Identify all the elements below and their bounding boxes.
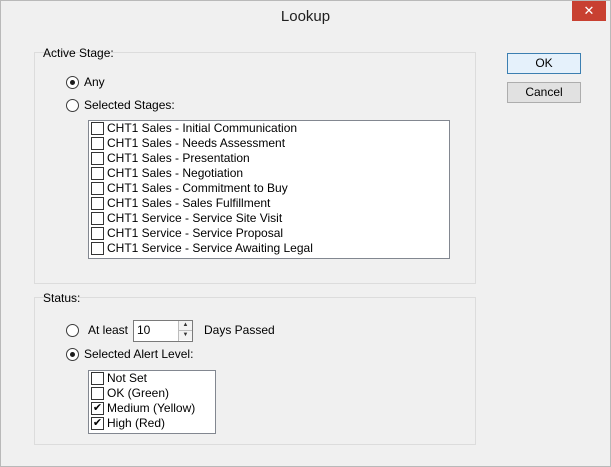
arrow-up-icon: ▲ <box>182 322 189 328</box>
stage-label: CHT1 Sales - Sales Fulfillment <box>107 196 271 210</box>
alert-level-item[interactable]: Not Set <box>89 371 215 386</box>
days-stepper[interactable]: 10 ▲ ▼ <box>133 320 193 342</box>
stage-checkbox[interactable] <box>91 242 104 255</box>
stage-list-item[interactable]: CHT1 Sales - Sales Fulfillment <box>89 196 449 211</box>
stage-label: CHT1 Service - Service Site Visit <box>107 211 283 225</box>
stage-checkbox[interactable] <box>91 137 104 150</box>
selected-stages-label: Selected Stages: <box>84 98 175 112</box>
stage-list-item[interactable]: CHT1 Sales - Needs Assessment <box>89 136 449 151</box>
stage-checkbox[interactable] <box>91 212 104 225</box>
stage-checkbox[interactable] <box>91 197 104 210</box>
arrow-down-icon: ▼ <box>182 332 189 338</box>
stage-label: CHT1 Sales - Initial Communication <box>107 121 298 135</box>
radio-selected-dot <box>70 352 75 357</box>
days-passed-label: Days Passed <box>204 323 275 337</box>
alert-level-item[interactable]: ✔ Medium (Yellow) <box>89 401 215 416</box>
ok-button[interactable]: OK <box>507 53 581 74</box>
selected-alert-label: Selected Alert Level: <box>84 347 194 361</box>
stage-label: CHT1 Service - Service Proposal <box>107 226 284 240</box>
days-value[interactable]: 10 <box>137 323 150 337</box>
alert-checkbox-checked[interactable]: ✔ <box>91 417 104 430</box>
alert-checkbox[interactable] <box>91 372 104 385</box>
stage-checkbox[interactable] <box>91 122 104 135</box>
alert-checkbox-checked[interactable]: ✔ <box>91 402 104 415</box>
stage-checkbox[interactable] <box>91 167 104 180</box>
alert-level-label: OK (Green) <box>107 386 170 400</box>
active-stage-group-label: Active Stage: <box>43 46 114 60</box>
stage-label: CHT1 Sales - Presentation <box>107 151 250 165</box>
alert-level-label: Medium (Yellow) <box>107 401 196 415</box>
alert-level-listbox[interactable]: Not Set OK (Green) ✔ Medium (Yellow) ✔ High (… <box>88 370 216 434</box>
close-button[interactable]: ✕ <box>572 1 606 21</box>
stage-label: CHT1 Sales - Negotiation <box>107 166 244 180</box>
alert-level-label: Not Set <box>107 371 148 385</box>
stages-listbox[interactable]: CHT1 Sales - Initial Communication CHT1 S… <box>88 120 450 259</box>
at-least-radio-button[interactable] <box>66 324 79 337</box>
checkmark-icon: ✔ <box>92 402 103 414</box>
alert-level-label: High (Red) <box>107 416 166 430</box>
stage-list-item[interactable]: CHT1 Service - Service Site Visit <box>89 211 449 226</box>
stage-checkbox[interactable] <box>91 227 104 240</box>
stage-list-item[interactable]: CHT1 Service - Service Proposal <box>89 226 449 241</box>
stage-checkbox[interactable] <box>91 182 104 195</box>
selected-alert-radio-button[interactable] <box>66 348 79 361</box>
stage-list-item[interactable]: CHT1 Sales - Presentation <box>89 151 449 166</box>
checkmark-icon: ✔ <box>92 417 103 429</box>
title-bar: Lookup ✕ <box>1 1 610 31</box>
any-stage-radio-button[interactable] <box>66 76 79 89</box>
stage-checkbox[interactable] <box>91 152 104 165</box>
close-icon: ✕ <box>583 3 595 18</box>
spin-up-button[interactable]: ▲ <box>179 321 192 331</box>
radio-selected-dot <box>70 80 75 85</box>
alert-checkbox[interactable] <box>91 387 104 400</box>
lookup-dialog: Lookup ✕ Active Stage: Any Selected Stag… <box>0 0 611 467</box>
days-stepper-buttons: ▲ ▼ <box>178 321 192 341</box>
stage-list-item[interactable]: CHT1 Service - Service Awaiting Legal <box>89 241 449 256</box>
stage-label: CHT1 Service - Service Awaiting Legal <box>107 241 313 255</box>
status-group-label: Status: <box>43 291 81 305</box>
selected-stages-radio-button[interactable] <box>66 99 79 112</box>
stage-label: CHT1 Sales - Commitment to Buy <box>107 181 288 195</box>
at-least-label: At least <box>88 323 129 337</box>
stage-label: CHT1 Sales - Needs Assessment <box>107 136 286 150</box>
alert-level-item[interactable]: OK (Green) <box>89 386 215 401</box>
spin-down-button[interactable]: ▼ <box>179 331 192 340</box>
alert-level-item[interactable]: ✔ High (Red) <box>89 416 215 431</box>
cancel-button[interactable]: Cancel <box>507 82 581 103</box>
dialog-title: Lookup <box>280 8 331 25</box>
stage-list-item[interactable]: CHT1 Sales - Negotiation <box>89 166 449 181</box>
stage-list-item[interactable]: CHT1 Sales - Initial Communication <box>89 121 449 136</box>
stage-list-item[interactable]: CHT1 Sales - Commitment to Buy <box>89 181 449 196</box>
any-stage-label: Any <box>84 75 105 89</box>
